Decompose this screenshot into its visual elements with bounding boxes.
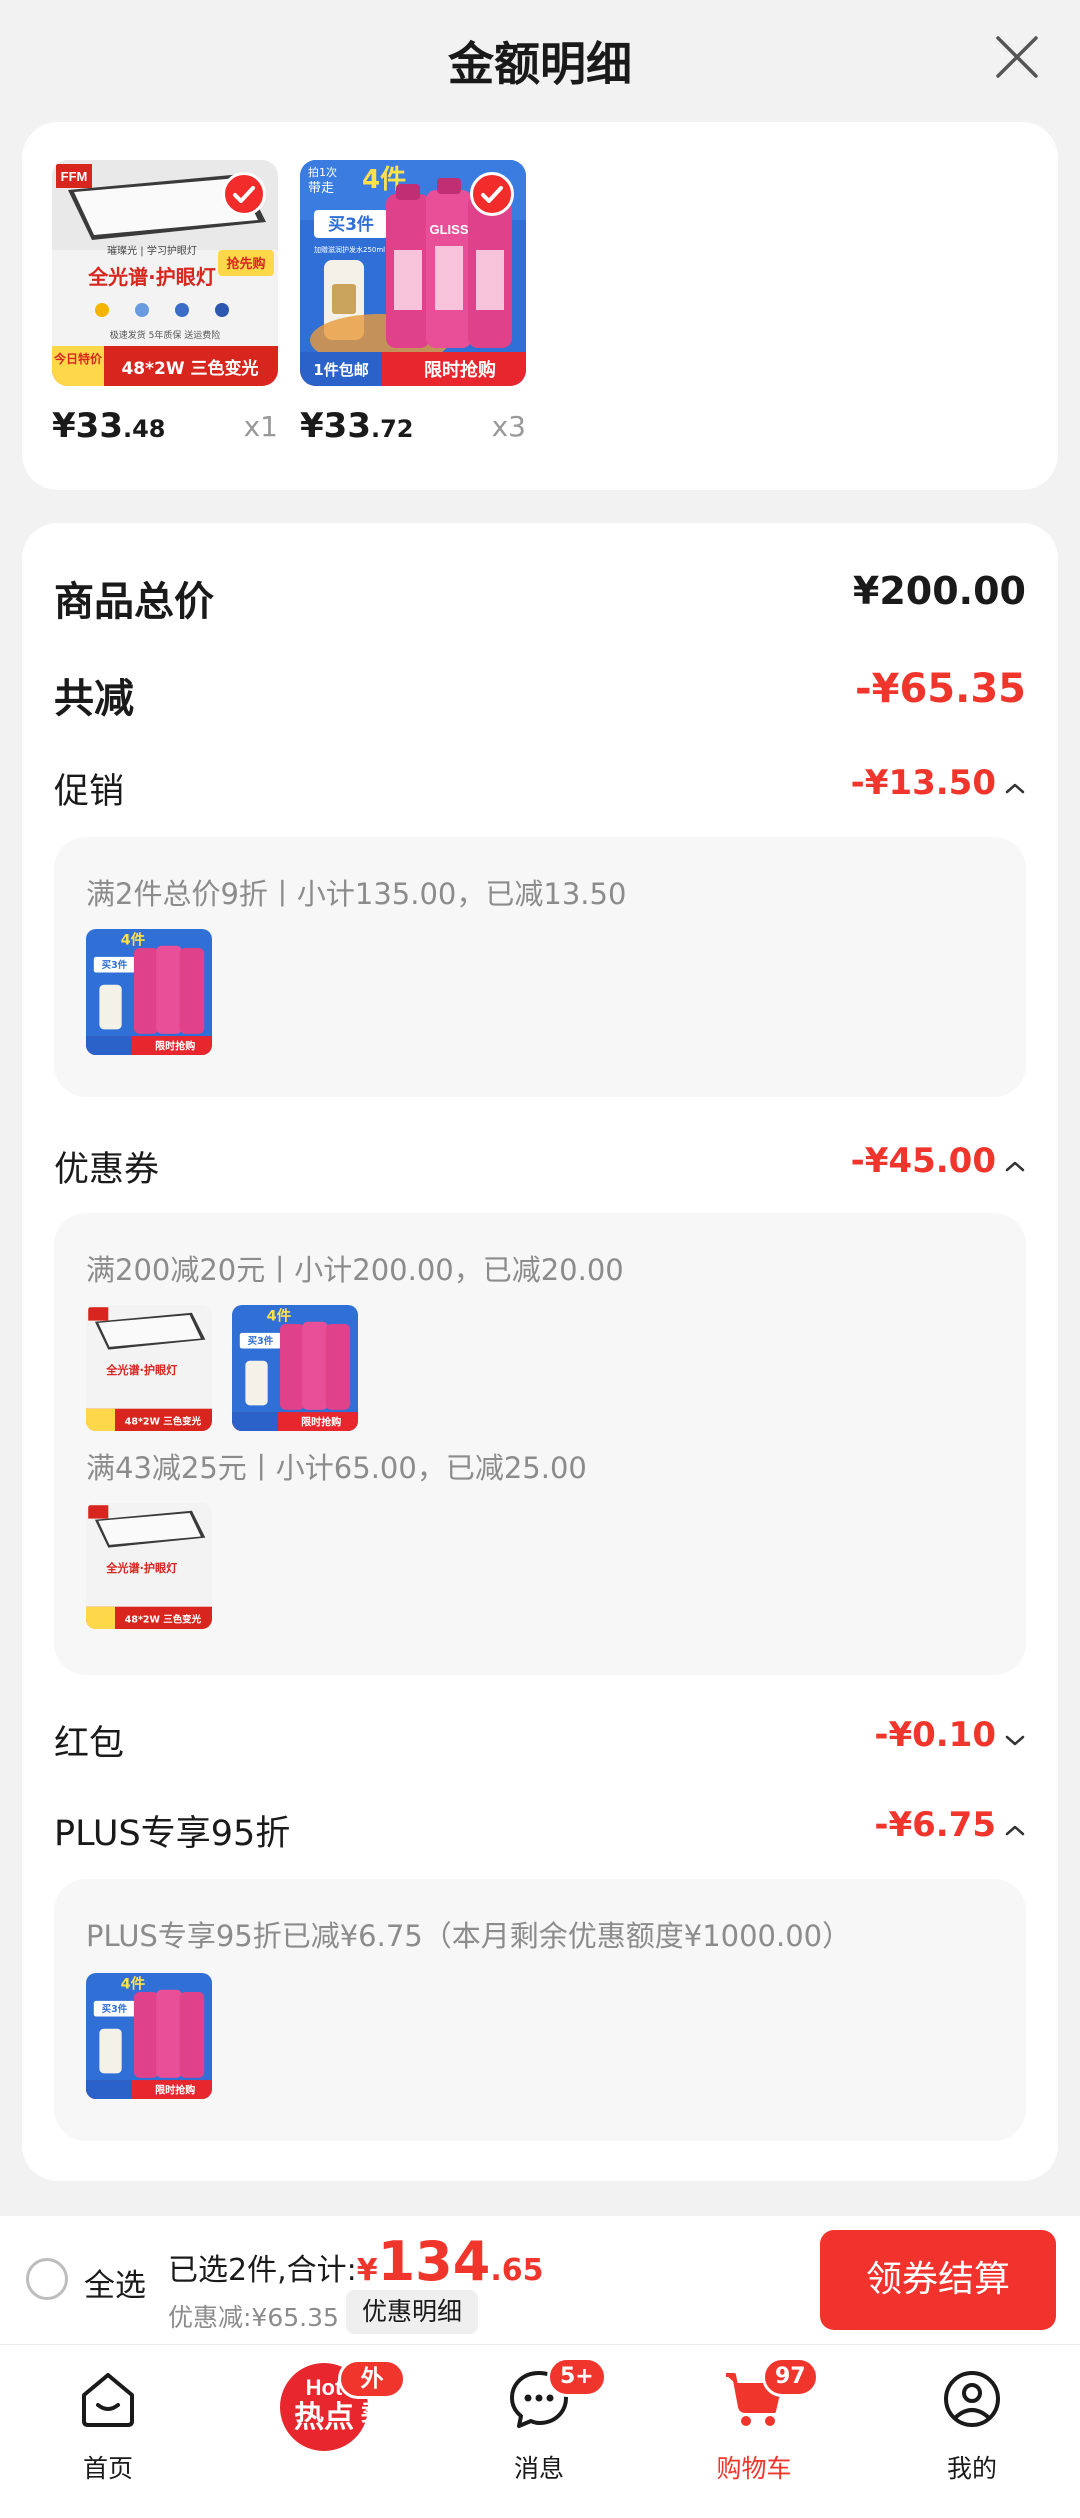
coupon-row[interactable]: 优惠券 -¥45.00 — [54, 1141, 1026, 1201]
tab-home[interactable]: 首页 — [28, 2345, 188, 2518]
product-image-lamp[interactable]: FFM 璀璨光 | 学习护眼灯 抢先购 全光谱·护眼灯 极速发货 5年质保 送运… — [52, 160, 278, 386]
plus-discount-label: PLUS专享95折 — [54, 1814, 291, 1854]
coupon-desc-2: 满43减25元丨小计65.00，已减25.00 — [86, 1451, 587, 1485]
svg-text:今日特价: 今日特价 — [53, 351, 103, 366]
close-button[interactable] — [992, 32, 1042, 82]
chevron-up-icon[interactable] — [1004, 1158, 1026, 1177]
discount-detail-button[interactable]: 优惠明细 — [346, 2290, 479, 2334]
coupon-product-thumb: 全光谱·护眼灯 48*2W 三色变光 — [86, 1305, 212, 1431]
selected-check-icon[interactable] — [222, 172, 266, 216]
total-reduction-row: 共减 -¥65.35 — [54, 666, 1026, 726]
select-all-radio[interactable] — [26, 2258, 68, 2300]
svg-text:全光谱·护眼灯: 全光谱·护眼灯 — [105, 1561, 177, 1575]
red-packet-row[interactable]: 红包 -¥0.10 — [54, 1715, 1026, 1775]
svg-text:限时抢购: 限时抢购 — [424, 359, 496, 381]
svg-text:4件: 4件 — [121, 931, 146, 949]
svg-text:买3件: 买3件 — [102, 2003, 128, 2015]
promotion-detail-box: 满2件总价9折丨小计135.00，已减13.50 4件 买3件 限时抢购 — [54, 837, 1026, 1097]
svg-text:热点: 热点 — [294, 2400, 354, 2435]
svg-text:抢先购: 抢先购 — [226, 256, 265, 272]
page-title: 金额明细 — [448, 37, 632, 91]
svg-text:全光谱·护眼灯: 全光谱·护眼灯 — [87, 265, 216, 289]
user-icon — [940, 2367, 1004, 2435]
product-quantity: x1 — [243, 410, 278, 443]
brand-logo-text: FFM — [61, 169, 88, 184]
selected-check-icon[interactable] — [470, 172, 514, 216]
product-price: ¥33.72 — [300, 406, 414, 446]
product-item[interactable]: 拍1次 带走 4件 买3件 加赠滋润护发水250ml GLISS 1件包邮 限时… — [300, 160, 526, 446]
promotion-value: -¥13.50 — [850, 763, 996, 803]
coupon-value: -¥45.00 — [850, 1141, 996, 1181]
chevron-down-icon[interactable] — [1004, 1732, 1026, 1751]
plus-discount-value: -¥6.75 — [874, 1805, 996, 1845]
red-packet-label: 红包 — [54, 1724, 125, 1764]
svg-text:4件: 4件 — [267, 1307, 292, 1325]
total-price-value: ¥200.00 — [852, 569, 1026, 613]
checkout-button[interactable]: 领券结算 — [820, 2230, 1056, 2330]
svg-text:拍1次: 拍1次 — [308, 165, 337, 179]
svg-text:1件包邮: 1件包邮 — [313, 361, 368, 379]
promotion-desc: 满2件总价9折丨小计135.00，已减13.50 — [86, 877, 627, 911]
svg-text:48*2W 三色变光: 48*2W 三色变光 — [125, 1613, 202, 1625]
svg-text:GLISS: GLISS — [429, 222, 468, 237]
checkout-bar: 全选 已选2件,合计:¥134.65 优惠减:¥65.35 优惠明细 领券结算 — [0, 2216, 1080, 2344]
product-price: ¥33.48 — [52, 406, 166, 446]
order-total: 已选2件,合计:¥134.65 — [168, 2230, 544, 2293]
bottom-tab-bar: 首页 Hot 热点 外卖 5+ 消息 97 购物车 我的 — [0, 2344, 1080, 2518]
svg-text:限时抢购: 限时抢购 — [301, 1415, 341, 1428]
header: 金额明细 — [0, 0, 1080, 118]
svg-text:极速发货 5年质保 送运费险: 极速发货 5年质保 送运费险 — [110, 329, 220, 341]
chevron-up-icon[interactable] — [1004, 780, 1026, 799]
home-icon — [76, 2367, 140, 2435]
svg-text:加赠滋润护发水250ml: 加赠滋润护发水250ml — [314, 245, 385, 254]
svg-text:带走: 带走 — [308, 181, 334, 196]
svg-text:4件: 4件 — [121, 1975, 146, 1993]
svg-text:璀璨光 | 学习护眼灯: 璀璨光 | 学习护眼灯 — [107, 244, 197, 257]
takeout-badge: 外卖 — [338, 2359, 406, 2426]
coupon-desc-1: 满200减20元丨小计200.00，已减20.00 — [86, 1253, 624, 1287]
coupon-detail-box: 满200减20元丨小计200.00，已减20.00 全光谱·护眼灯 48*2W … — [54, 1213, 1026, 1675]
total-price-label: 商品总价 — [54, 579, 214, 625]
tab-cart[interactable]: 97 购物车 — [674, 2345, 834, 2518]
product-image-shampoo[interactable]: 拍1次 带走 4件 买3件 加赠滋润护发水250ml GLISS 1件包邮 限时… — [300, 160, 526, 386]
svg-text:买3件: 买3件 — [102, 959, 128, 971]
svg-text:限时抢购: 限时抢购 — [155, 2083, 195, 2096]
tab-messages[interactable]: 5+ 消息 — [459, 2345, 619, 2518]
coupon-label: 优惠券 — [54, 1150, 160, 1190]
plus-product-thumb: 4件 买3件 限时抢购 — [86, 1973, 212, 2099]
tab-hot[interactable]: Hot 热点 外卖 — [246, 2345, 406, 2518]
close-icon — [996, 36, 1038, 78]
svg-text:买3件: 买3件 — [328, 214, 374, 235]
savings-text: 优惠减:¥65.35 — [168, 2303, 339, 2332]
total-price-row: 商品总价 ¥200.00 — [54, 569, 1026, 629]
select-all-label[interactable]: 全选 — [84, 2260, 146, 2305]
plus-discount-row[interactable]: PLUS专享95折 -¥6.75 — [54, 1805, 1026, 1865]
total-reduction-label: 共减 — [54, 676, 134, 722]
coupon-product-thumb: 全光谱·护眼灯 48*2W 三色变光 — [86, 1503, 212, 1629]
svg-text:48*2W 三色变光: 48*2W 三色变光 — [121, 358, 258, 379]
svg-text:买3件: 买3件 — [248, 1335, 274, 1347]
plus-detail-box: PLUS专享95折已减¥6.75（本月剩余优惠额度¥1000.00） 4件 买3… — [54, 1879, 1026, 2141]
product-quantity: x3 — [491, 410, 526, 443]
plus-desc: PLUS专享95折已减¥6.75（本月剩余优惠额度¥1000.00） — [86, 1919, 852, 1953]
tab-mine[interactable]: 我的 — [892, 2345, 1052, 2518]
coupon-product-thumb: 4件 买3件 限时抢购 — [232, 1305, 358, 1431]
amount-detail-card: 商品总价 ¥200.00 共减 -¥65.35 促销 -¥13.50 满2件总价… — [22, 523, 1058, 2181]
svg-text:全光谱·护眼灯: 全光谱·护眼灯 — [105, 1363, 177, 1377]
chevron-up-icon[interactable] — [1004, 1822, 1026, 1841]
messages-badge: 5+ — [547, 2357, 607, 2397]
cart-badge: 97 — [762, 2357, 819, 2397]
promotion-label: 促销 — [54, 772, 125, 812]
promotion-product-thumb: 4件 买3件 限时抢购 — [86, 929, 212, 1055]
svg-text:限时抢购: 限时抢购 — [155, 1039, 195, 1052]
promotion-row[interactable]: 促销 -¥13.50 — [54, 763, 1026, 823]
selected-products-card: FFM 璀璨光 | 学习护眼灯 抢先购 全光谱·护眼灯 极速发货 5年质保 送运… — [22, 122, 1058, 490]
svg-text:48*2W 三色变光: 48*2W 三色变光 — [125, 1415, 202, 1427]
red-packet-value: -¥0.10 — [874, 1715, 996, 1755]
total-reduction-value: -¥65.35 — [855, 666, 1026, 712]
product-item[interactable]: FFM 璀璨光 | 学习护眼灯 抢先购 全光谱·护眼灯 极速发货 5年质保 送运… — [52, 160, 278, 446]
